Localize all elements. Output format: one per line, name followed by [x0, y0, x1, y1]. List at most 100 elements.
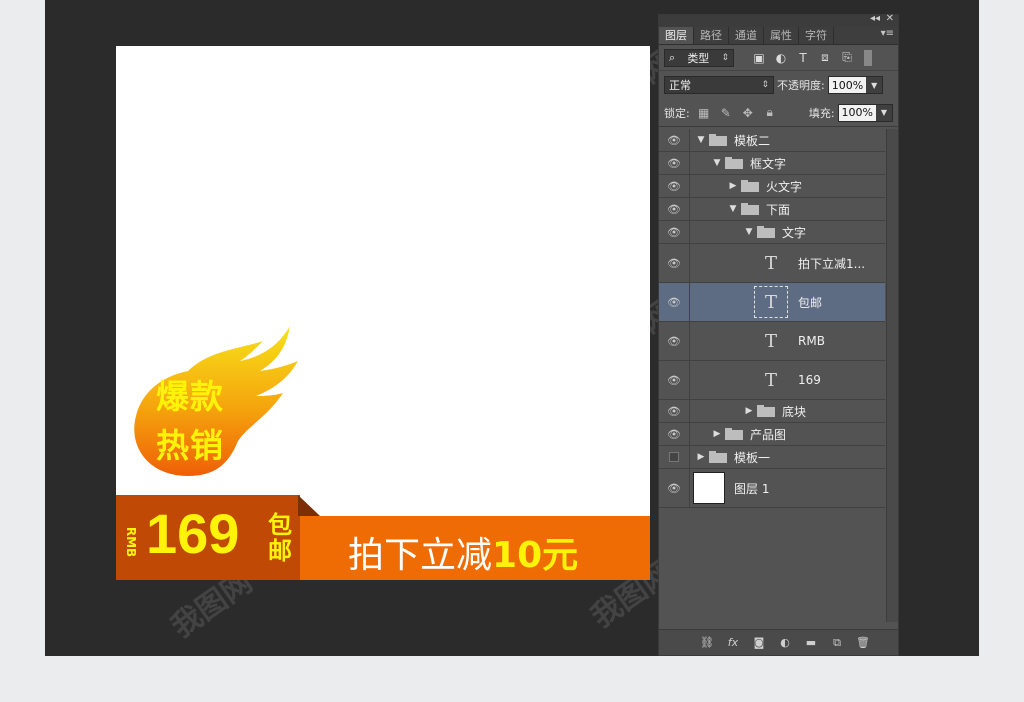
visibility-eye-icon[interactable]: 👁︎	[659, 198, 690, 220]
expand-toggle-icon[interactable]: ▶	[712, 429, 722, 439]
opacity-label: 不透明度:	[777, 79, 825, 92]
layer-row[interactable]: ▶ 模板一	[659, 446, 885, 469]
chevron-down-icon[interactable]: ▼	[866, 77, 883, 93]
visibility-eye-icon[interactable]: 👁︎	[659, 423, 690, 445]
tab-paths[interactable]: 路径	[694, 27, 729, 44]
layer-name: 模板二	[734, 133, 771, 148]
fill-value: 100%	[841, 106, 873, 119]
tab-channels[interactable]: 通道	[729, 27, 764, 44]
visibility-eye-icon[interactable]: 👁︎	[659, 152, 690, 174]
panel-menu-icon[interactable]: ▾≡	[881, 28, 894, 39]
tab-layers[interactable]: 图层	[659, 27, 694, 44]
folder-icon	[741, 180, 759, 192]
layer-name: 图层 1	[734, 481, 770, 496]
filter-row: ⌕ 类型 ⇕ ▣ ◐ T ⧈ ⎘	[659, 45, 898, 71]
expand-toggle-icon[interactable]: ▼	[728, 204, 738, 214]
adjustment-layer-icon[interactable]: ◐	[772, 636, 798, 649]
layer-row[interactable]: 👁︎ T 拍下立减1...	[659, 244, 885, 283]
visibility-eye-icon[interactable]: 👁︎	[659, 322, 690, 360]
new-group-icon[interactable]: ▬	[798, 636, 824, 649]
folder-icon	[741, 203, 759, 215]
layer-name: 下面	[766, 202, 791, 217]
visibility-eye-icon[interactable]: 👁︎	[659, 361, 690, 399]
layer-name: 底块	[782, 404, 807, 419]
expand-toggle-icon[interactable]: ▼	[712, 158, 722, 168]
layer-row[interactable]: 👁︎ ▶ 火文字	[659, 175, 885, 198]
visibility-eye-icon[interactable]: 👁︎	[659, 221, 690, 243]
visibility-eye-icon[interactable]: 👁︎	[659, 283, 690, 321]
layer-name: 169	[798, 373, 821, 387]
visibility-eye-icon[interactable]: 👁︎	[659, 400, 690, 422]
filter-kind-label: 类型	[687, 51, 710, 65]
shape-filter-icon[interactable]: ⧈	[814, 50, 836, 65]
badge-line-1: 爆款	[156, 377, 224, 416]
new-layer-icon[interactable]: ⧉	[824, 636, 850, 650]
tab-character[interactable]: 字符	[799, 27, 834, 44]
visibility-eye-icon[interactable]: 👁︎	[659, 469, 690, 507]
layer-row[interactable]: 👁︎ 图层 1	[659, 469, 885, 508]
folder-icon	[725, 428, 743, 440]
text-layer-icon: T	[764, 330, 777, 352]
type-filter-icon[interactable]: T	[792, 51, 814, 65]
tab-properties[interactable]: 属性	[764, 27, 799, 44]
layer-style-icon[interactable]: fx	[720, 636, 746, 649]
folder-icon	[757, 405, 775, 417]
layer-row[interactable]: 👁︎ ▼ 框文字	[659, 152, 885, 175]
fill-field[interactable]: 100% ▼	[837, 103, 893, 122]
visibility-eye-icon[interactable]: 👁︎	[659, 175, 690, 197]
layer-row[interactable]: 👁︎ T 包邮	[659, 283, 885, 322]
blend-mode-value: 正常	[669, 79, 691, 92]
add-mask-icon[interactable]: ◙	[746, 636, 772, 649]
layer-name: 文字	[782, 225, 807, 240]
layer-name: 框文字	[750, 156, 787, 171]
layer-row[interactable]: 👁︎ ▶ 底块	[659, 400, 885, 423]
layer-name: 产品图	[750, 427, 787, 442]
layer-row[interactable]: 👁︎ ▼ 模板二	[659, 129, 885, 152]
opacity-field[interactable]: 100% ▼	[827, 76, 884, 94]
layer-row[interactable]: 👁︎ T 169	[659, 361, 885, 400]
lock-position-icon[interactable]: ✥	[737, 106, 759, 120]
close-icon[interactable]: ✕	[886, 13, 894, 24]
smart-object-filter-icon[interactable]: ⎘	[836, 50, 858, 65]
layers-scrollbar[interactable]	[886, 129, 898, 622]
layer-row[interactable]: 👁︎ ▼ 下面	[659, 198, 885, 221]
document-canvas[interactable]: 爆款 热销 RMB 169 包邮 拍下立减10元	[116, 46, 650, 580]
search-icon: ⌕	[669, 50, 676, 64]
visibility-eye-icon[interactable]: 👁︎	[659, 244, 690, 282]
badge-line-2: 热销	[156, 426, 224, 465]
filter-toggle[interactable]	[864, 49, 872, 66]
layer-name: 模板一	[734, 450, 771, 465]
link-layers-icon[interactable]: ⛓︎	[694, 636, 720, 649]
banner-fold	[298, 495, 320, 516]
expand-toggle-icon[interactable]: ▼	[696, 135, 706, 145]
lock-paint-icon[interactable]: ✎	[715, 106, 737, 120]
text-layer-icon: T	[754, 286, 788, 318]
delete-layer-icon[interactable]: 🗑︎	[850, 636, 876, 649]
expand-toggle-icon[interactable]: ▶	[728, 181, 738, 191]
lock-row: 锁定: ▦ ✎ ✥ 🔒︎ 填充: 100% ▼	[659, 99, 898, 127]
expand-toggle-icon[interactable]: ▼	[744, 227, 754, 237]
expand-toggle-icon[interactable]: ▶	[696, 452, 706, 462]
layer-name: RMB	[798, 334, 825, 348]
layers-panel: ◂◂ ✕ 图层 路径 通道 属性 字符 ▾≡ ⌕ 类型 ⇕ ▣ ◐ T ⧈ ⎘ …	[658, 13, 899, 656]
blend-mode-select[interactable]: 正常 ⇕	[664, 76, 774, 94]
visibility-toggle-off[interactable]	[659, 446, 690, 468]
lock-transparency-icon[interactable]: ▦	[693, 106, 715, 120]
layer-name: 拍下立减1...	[798, 256, 866, 271]
layer-row[interactable]: 👁︎ T RMB	[659, 322, 885, 361]
layer-row[interactable]: 👁︎ ▼ 文字	[659, 221, 885, 244]
image-filter-icon[interactable]: ▣	[748, 51, 770, 65]
folder-icon	[709, 134, 727, 146]
chevron-down-icon[interactable]: ▼	[876, 104, 892, 121]
folder-icon	[725, 157, 743, 169]
expand-toggle-icon[interactable]: ▶	[744, 406, 754, 416]
visibility-eye-icon[interactable]: 👁︎	[659, 129, 690, 151]
layer-list: 👁︎ ▼ 模板二 👁︎ ▼ 框文字 👁︎ ▶ 火文字 👁︎ ▼ 下面 👁︎ ▼	[659, 129, 885, 508]
lock-all-icon[interactable]: 🔒︎	[759, 105, 781, 120]
adjustment-filter-icon[interactable]: ◐	[770, 51, 792, 65]
free-shipping-label: 包邮	[268, 511, 292, 565]
layer-name: 火文字	[766, 179, 803, 194]
filter-kind-select[interactable]: ⌕ 类型 ⇕	[664, 48, 734, 67]
layer-row[interactable]: 👁︎ ▶ 产品图	[659, 423, 885, 446]
collapse-icon[interactable]: ◂◂	[870, 13, 880, 24]
